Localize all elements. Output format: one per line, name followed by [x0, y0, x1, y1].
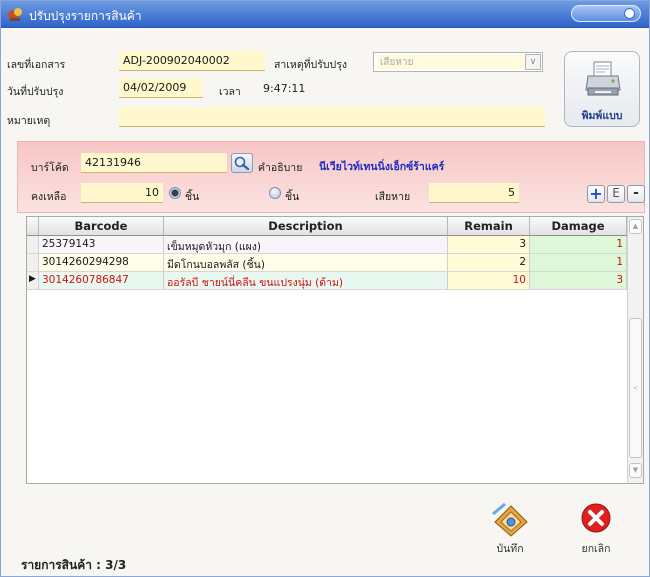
edit-item-button[interactable]: E — [607, 185, 625, 203]
description-value: นีเวียไวท์เทนนิ่งเอ็กซ์ร้าแคร์ — [319, 161, 445, 173]
time-value: 9:47:11 — [263, 82, 306, 95]
save-button[interactable]: บันทึก — [485, 500, 535, 556]
table-row[interactable]: 3014260294298 มีดโกนบอลพลัส (ชิ้น) 2 1 — [27, 254, 627, 272]
barcode-cell: 25379143 — [39, 236, 164, 254]
adjust-items-window: ปรับปรุงรายการสินค้า เลขที่เอกสาร ADJ-20… — [0, 0, 650, 577]
damage-cell: 1 — [530, 254, 627, 272]
cancel-button-label: ยกเลิก — [581, 543, 611, 555]
table-row-selected[interactable]: ▶ 3014260786847 ออรัลบี ชายน์นี่คลีน ขนแ… — [27, 272, 627, 290]
column-header-barcode[interactable]: Barcode — [39, 217, 164, 236]
reason-label: สาเหตุที่ปรับปรุง — [274, 59, 347, 71]
remain-cell: 2 — [448, 254, 530, 272]
item-count-status: รายการสินค้า : 3/3 — [21, 558, 127, 572]
date-label: วันที่ปรับปรุง — [7, 86, 64, 98]
column-header-damage[interactable]: Damage — [530, 217, 627, 236]
column-header-remain[interactable]: Remain — [448, 217, 530, 236]
doc-no-label: เลขที่เอกสาร — [7, 59, 66, 71]
damage-input[interactable]: 5 — [429, 183, 519, 203]
note-field[interactable] — [119, 107, 545, 127]
damage-cell: 3 — [530, 272, 627, 290]
window-control-button[interactable] — [571, 5, 641, 22]
add-item-button[interactable]: + — [587, 185, 605, 203]
current-row-arrow-icon: ▶ — [27, 272, 39, 290]
damage-cell: 1 — [530, 236, 627, 254]
row-indicator — [27, 254, 39, 272]
damage-label: เสียหาย — [375, 191, 411, 203]
row-indicator-header — [27, 217, 39, 236]
remain-cell: 3 — [448, 236, 530, 254]
print-button[interactable]: พิมพ์แบบ — [564, 51, 640, 127]
chevron-down-icon[interactable]: ∨ — [525, 54, 541, 70]
remove-item-button[interactable]: - — [627, 185, 645, 203]
save-button-label: บันทึก — [496, 543, 524, 555]
description-cell: ออรัลบี ชายน์นี่คลีน ขนแปรงนุ่ม (ด้าม) — [164, 272, 448, 290]
title-bar: ปรับปรุงรายการสินค้า — [1, 1, 649, 28]
search-button[interactable] — [231, 153, 253, 173]
window-title: ปรับปรุงรายการสินค้า — [29, 9, 142, 23]
circle-icon — [624, 8, 635, 19]
barcode-input[interactable]: 42131946 — [81, 153, 227, 173]
scroll-thumb[interactable]: < — [629, 318, 642, 458]
column-header-description[interactable]: Description — [164, 217, 448, 236]
row-indicator — [27, 236, 39, 254]
printer-icon — [585, 61, 621, 96]
cancel-x-icon — [581, 503, 611, 533]
note-label: หมายเหตุ — [7, 115, 51, 127]
barcode-cell: 3014260294298 — [39, 254, 164, 272]
app-icon — [8, 8, 22, 21]
remain-label: คงเหลือ — [31, 191, 67, 203]
remain-input[interactable]: 10 — [81, 183, 163, 203]
description-cell: เข็มหมุดหัวมุก (แผง) — [164, 236, 448, 254]
doc-no-field[interactable]: ADJ-200902040002 — [119, 51, 265, 71]
barcode-cell: 3014260786847 — [39, 272, 164, 290]
description-label: คำอธิบาย — [258, 162, 303, 174]
search-icon — [234, 156, 250, 171]
reason-select-value: เสียหาย — [377, 55, 525, 69]
edit-icon: E — [612, 186, 620, 200]
minus-icon: - — [633, 185, 639, 201]
unit-radio-1[interactable] — [169, 187, 181, 199]
remain-cell: 10 — [448, 272, 530, 290]
scroll-up-icon[interactable]: ▲ — [629, 219, 642, 234]
cancel-button[interactable]: ยกเลิก — [571, 500, 621, 556]
items-grid[interactable]: Barcode Description Remain Damage 253791… — [26, 216, 644, 484]
plus-icon: + — [589, 184, 603, 203]
save-disk-icon — [492, 502, 528, 537]
time-label: เวลา — [219, 86, 241, 98]
date-field[interactable]: 04/02/2009 — [119, 78, 203, 98]
reason-select[interactable]: เสียหาย ∨ — [373, 52, 543, 72]
unit-radio-2[interactable] — [269, 187, 281, 199]
table-row[interactable]: 25379143 เข็มหมุดหัวมุก (แผง) 3 1 — [27, 236, 627, 254]
barcode-label: บาร์โค้ด — [31, 162, 69, 174]
description-cell: มีดโกนบอลพลัส (ชิ้น) — [164, 254, 448, 272]
unit-radio-2-label: ชิ้น — [285, 191, 300, 203]
print-button-label: พิมพ์แบบ — [581, 110, 623, 122]
vertical-scrollbar[interactable]: ▲ < ▼ — [627, 217, 643, 483]
scroll-down-icon[interactable]: ▼ — [629, 463, 642, 478]
unit-radio-1-label: ชิ้น — [185, 191, 200, 203]
